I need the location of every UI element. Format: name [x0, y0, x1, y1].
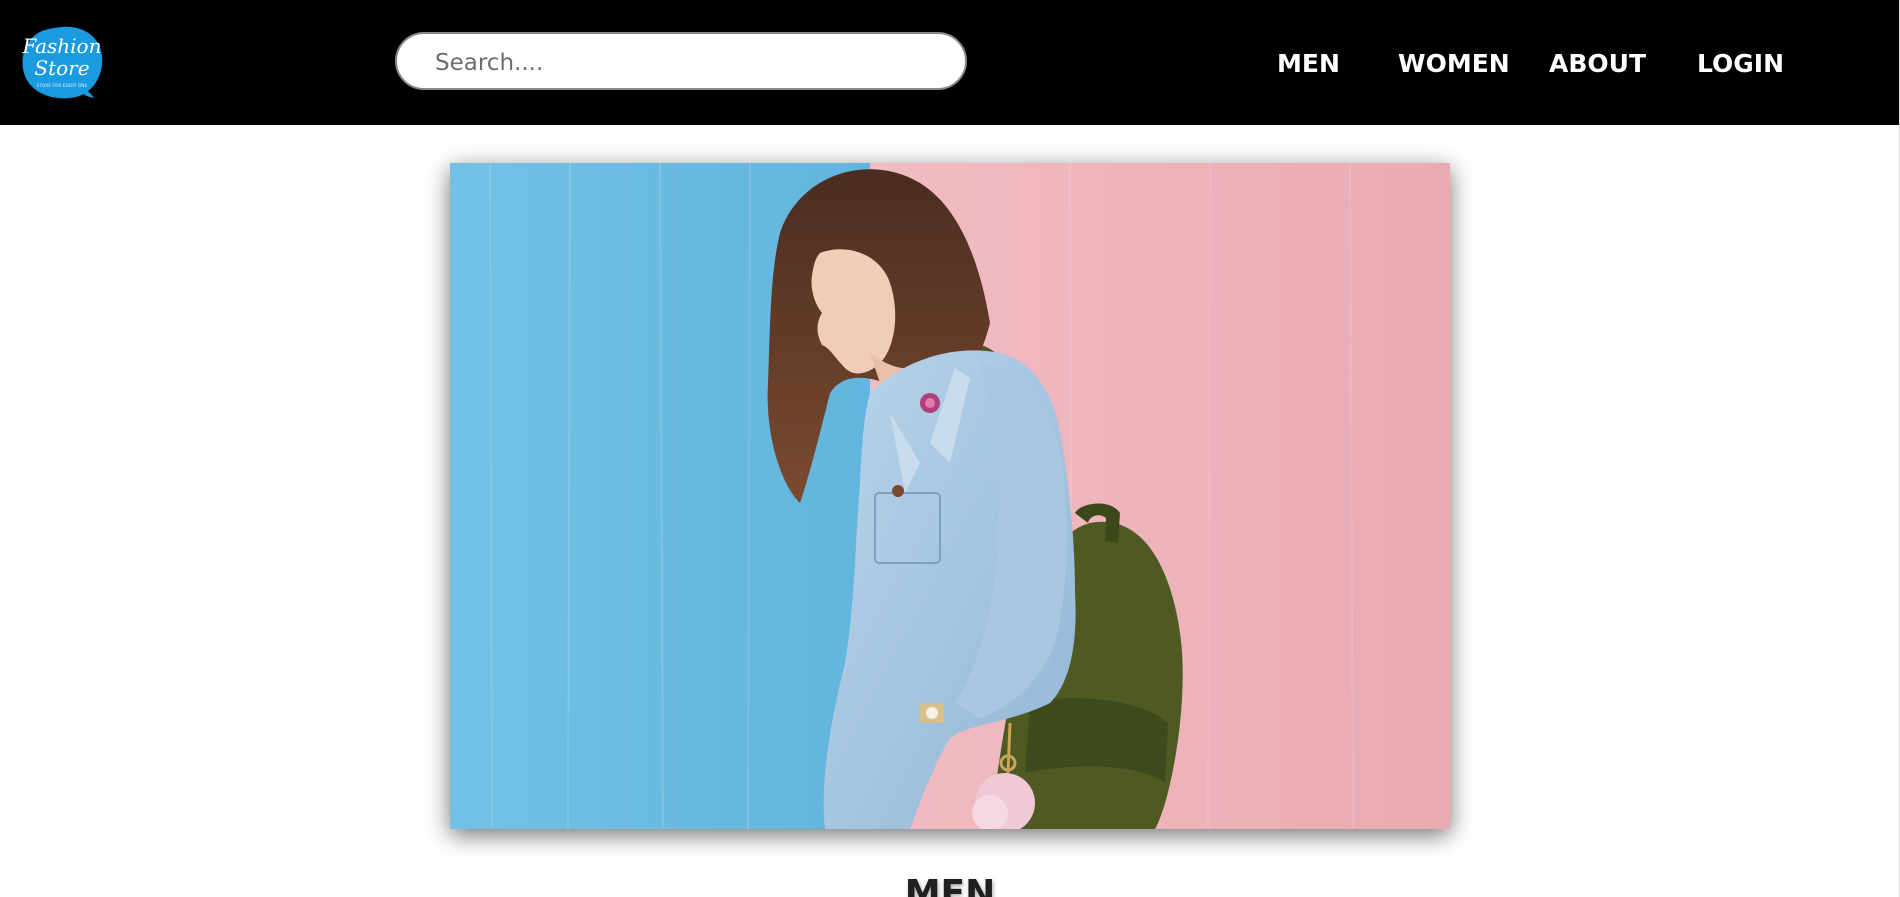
logo-tagline: STORE FOR EVERY ONE — [36, 83, 88, 88]
logo-text-line2: Store — [34, 56, 90, 80]
nav-link-men[interactable]: MEN — [1277, 48, 1340, 80]
search-input[interactable] — [433, 43, 937, 83]
section-title-men: MEN — [904, 873, 996, 897]
nav-link-women[interactable]: WOMEN — [1398, 48, 1510, 80]
page: Fashion Store STORE FOR EVERY ONE MEN WO… — [0, 0, 1900, 897]
logo-text-line1: Fashion — [22, 34, 102, 58]
hero-image — [450, 163, 1450, 829]
nav-link-about[interactable]: ABOUT — [1549, 48, 1646, 80]
navbar: Fashion Store STORE FOR EVERY ONE MEN WO… — [0, 0, 1899, 125]
nav-link-login[interactable]: LOGIN — [1697, 48, 1784, 80]
hero-photo-icon — [450, 163, 1450, 829]
logo[interactable]: Fashion Store STORE FOR EVERY ONE — [20, 24, 104, 100]
search-box[interactable] — [395, 32, 967, 90]
